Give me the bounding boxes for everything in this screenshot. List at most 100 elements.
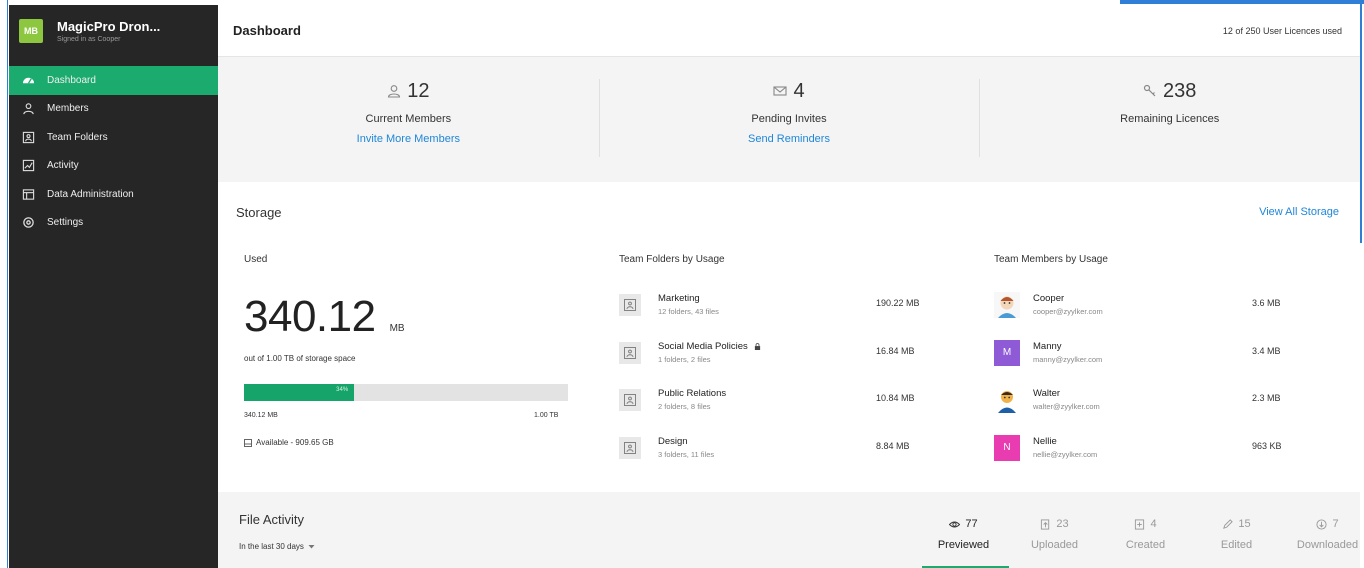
data-administration-icon: [21, 187, 35, 201]
sidebar-item-settings[interactable]: Settings: [9, 209, 218, 238]
lock-icon: [754, 342, 760, 350]
tab-count: 77: [965, 518, 978, 530]
sidebar-item-team-folders[interactable]: Team Folders: [9, 123, 218, 152]
member-name-text: Nellie: [1033, 435, 1057, 447]
member-email: manny@zyylker.com: [1033, 354, 1103, 364]
sidebar-item-label: Data Administration: [47, 188, 134, 200]
tab-previewed[interactable]: 77 Previewed: [918, 492, 1009, 568]
file-activity-section: File Activity In the last 30 days 77 Pre…: [218, 492, 1360, 568]
sidebar-item-data-administration[interactable]: Data Administration: [9, 180, 218, 209]
storage-progress-fill: 34%: [244, 384, 355, 401]
folders-list: Marketing 12 folders, 43 files 190.22 MB…: [619, 288, 949, 478]
tab-count: 7: [1332, 518, 1339, 530]
stat-remaining-licences: 238 Remaining Licences: [979, 77, 1360, 182]
storage-capacity-text: out of 1.00 TB of storage space: [244, 354, 356, 363]
folder-size: 8.84 MB: [876, 440, 910, 451]
person-icon: [388, 85, 401, 98]
folder-contents: 12 folders, 43 files: [658, 307, 719, 316]
sidebar-item-members[interactable]: Members: [9, 95, 218, 124]
org-name: MagicPro Dron...: [57, 19, 161, 34]
folder-contents: 1 folders, 2 files: [658, 354, 711, 364]
tab-count: 15: [1238, 518, 1251, 530]
storage-used: Used 340.12 MB out of 1.00 TB of storage…: [244, 254, 574, 447]
team-members-by-usage: Team Members by Usage Cooper cooper@zyyl…: [994, 254, 1324, 461]
team-folder-icon: [619, 436, 641, 459]
pencil-icon: [1223, 518, 1234, 529]
used-number: 340.12: [244, 292, 376, 341]
view-all-storage-link[interactable]: View All Storage: [1259, 206, 1339, 218]
folder-size: 16.84 MB: [876, 345, 915, 356]
sidebar-item-label: Activity: [47, 160, 79, 172]
sidebar-item-label: Members: [47, 103, 89, 115]
member-usage: 963 KB: [1252, 440, 1282, 451]
member-name: Cooper: [1033, 293, 1064, 304]
activity-tabs: 77 Previewed 23 Uploaded 4 Created 15 Ed…: [918, 492, 1364, 568]
brand[interactable]: MB MagicPro Dron... Signed in as Cooper: [9, 5, 218, 57]
tab-edited[interactable]: 15 Edited: [1191, 492, 1282, 568]
invite-more-members-link[interactable]: Invite More Members: [218, 133, 599, 145]
chevron-down-icon: [308, 545, 315, 549]
storage-section: Storage View All Storage Used 340.12 MB …: [218, 182, 1360, 492]
member-name-text: Walter: [1033, 388, 1061, 399]
storage-title: Storage: [236, 204, 282, 220]
tab-count-row: 77: [918, 517, 1009, 531]
cooper-avatar-icon: [994, 292, 1020, 318]
member-name: Manny: [1033, 341, 1062, 352]
used-unit: MB: [389, 323, 405, 334]
stat-licences-count-row: 238: [979, 77, 1360, 105]
licences-label: Remaining Licences: [1120, 113, 1220, 125]
folders-usage-label: Team Folders by Usage: [619, 254, 725, 265]
member-row[interactable]: N Nellie nellie@zyylker.com 963 KB: [994, 431, 1324, 479]
date-range-label: In the last 30 days: [239, 542, 304, 551]
selection-border-right: [1360, 0, 1362, 243]
tab-created[interactable]: 4 Created: [1100, 492, 1191, 568]
member-email: walter@zyylker.com: [1033, 402, 1100, 411]
storage-header: Storage View All Storage: [218, 182, 1360, 242]
sidebar-nav: Dashboard Members Team Folders Activity …: [9, 66, 218, 237]
tab-uploaded[interactable]: 23 Uploaded: [1009, 492, 1100, 568]
tab-label: Edited: [1220, 539, 1253, 551]
stat-pending-invites: 4 Pending Invites Send Reminders: [598, 77, 980, 182]
eye-icon: [949, 521, 961, 527]
member-usage: 2.3 MB: [1252, 393, 1281, 403]
avatar: M: [994, 339, 1020, 366]
avatar: [994, 387, 1020, 413]
folder-name: Social Media Policies: [658, 341, 761, 352]
folder-row[interactable]: Social Media Policies 1 folders, 2 files…: [619, 336, 949, 384]
sidebar-item-dashboard[interactable]: Dashboard: [9, 66, 218, 95]
storage-available-text: Available - 909.65 GB: [256, 438, 334, 447]
folder-row[interactable]: Marketing 12 folders, 43 files 190.22 MB: [619, 288, 949, 336]
member-row[interactable]: Cooper cooper@zyylker.com 3.6 MB: [994, 288, 1324, 336]
folder-contents: 3 folders, 11 files: [658, 449, 715, 459]
member-usage: 3.6 MB: [1252, 298, 1281, 308]
date-range-dropdown[interactable]: In the last 30 days: [239, 542, 315, 551]
folder-contents: 2 folders, 8 files: [658, 402, 711, 411]
members-list: Cooper cooper@zyylker.com 3.6 MB M Manny…: [994, 288, 1324, 478]
storage-progress-bar: 34%: [244, 384, 568, 401]
folder-name-text: Public Relations: [658, 388, 727, 399]
folder-size: 190.22 MB: [876, 298, 920, 308]
folder-row[interactable]: Design 3 folders, 11 files 8.84 MB: [619, 431, 949, 479]
member-name-text: Manny: [1033, 340, 1062, 352]
tab-downloaded[interactable]: 7 Downloaded: [1282, 492, 1364, 568]
member-usage: 3.4 MB: [1252, 345, 1281, 356]
tab-count: 23: [1056, 518, 1069, 530]
team-folders-by-usage: Team Folders by Usage Marketing 12 folde…: [619, 254, 949, 459]
invites-label: Pending Invites: [751, 113, 827, 125]
folder-row[interactable]: Public Relations 2 folders, 8 files 10.8…: [619, 383, 949, 431]
storage-available: Available - 909.65 GB: [244, 438, 334, 447]
tab-count-row: 15: [1191, 517, 1282, 531]
storage-percent: 34%: [336, 387, 349, 393]
dashboard-gauge-icon: [21, 73, 35, 87]
used-label: Used: [244, 254, 268, 265]
member-name: Walter: [1033, 388, 1060, 399]
member-email: cooper@zyylker.com: [1033, 307, 1103, 316]
send-reminders-link[interactable]: Send Reminders: [599, 133, 980, 145]
invites-count: 4: [793, 79, 805, 102]
folder-name-text: Design: [658, 435, 688, 447]
member-row[interactable]: M Manny manny@zyylker.com 3.4 MB: [994, 336, 1324, 384]
signed-in-text: Signed in as Cooper: [57, 36, 121, 43]
sidebar-item-activity[interactable]: Activity: [9, 152, 218, 181]
member-row[interactable]: Walter walter@zyylker.com 2.3 MB: [994, 383, 1324, 431]
walter-avatar-icon: [994, 387, 1020, 413]
